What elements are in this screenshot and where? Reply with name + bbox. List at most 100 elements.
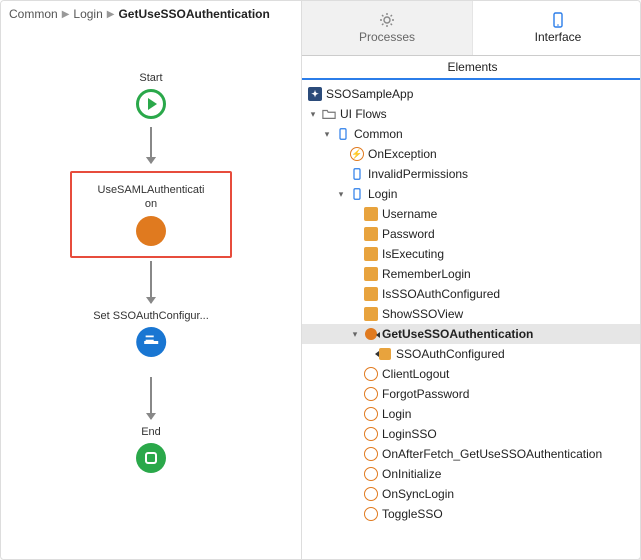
start-node[interactable]: Start: [136, 71, 166, 119]
action-icon: [364, 427, 378, 441]
action-icon: [364, 447, 378, 461]
tree-label: UI Flows: [340, 107, 387, 121]
tree-label: Login: [382, 407, 411, 421]
action-icon: [364, 327, 378, 341]
tree-label: SSOAuthConfigured: [396, 347, 505, 361]
action-node-selected[interactable]: UseSAMLAuthentication: [70, 171, 232, 258]
action-icon: [364, 387, 378, 401]
subtab-elements[interactable]: Elements: [302, 56, 641, 80]
equals-icon: =: [136, 327, 166, 357]
breadcrumb-item[interactable]: Login: [73, 7, 102, 21]
tree-item[interactable]: ForgotPassword: [302, 384, 641, 404]
tree-item[interactable]: ⚡ OnException: [302, 144, 641, 164]
tree-item[interactable]: OnSyncLogin: [302, 484, 641, 504]
tree-label: OnException: [368, 147, 437, 161]
action-icon: [364, 367, 378, 381]
mobile-icon: [336, 127, 350, 141]
gear-icon: [379, 12, 395, 28]
flow-arrow: [150, 261, 152, 303]
flow-arrow: [150, 127, 152, 163]
chevron-down-icon: ▾: [308, 109, 318, 119]
variable-icon: [364, 207, 378, 221]
stop-icon: [136, 443, 166, 473]
tree-item[interactable]: Username: [302, 204, 641, 224]
variable-icon: [364, 247, 378, 261]
tree-item[interactable]: ▾ Common: [302, 124, 641, 144]
tree-app[interactable]: ✦ SSOSampleApp: [302, 84, 641, 104]
tree-item[interactable]: LoginSSO: [302, 424, 641, 444]
chevron-down-icon: ▾: [350, 329, 360, 339]
action-icon: [364, 507, 378, 521]
tree-label: GetUseSSOAuthentication: [382, 327, 533, 341]
flow-arrow: [150, 377, 152, 419]
variable-icon: [364, 267, 378, 281]
end-node[interactable]: End: [136, 425, 166, 473]
node-label: End: [141, 425, 161, 439]
variable-icon: [364, 307, 378, 321]
flow-canvas[interactable]: Common ▶ Login ▶ GetUseSSOAuthentication…: [1, 1, 301, 560]
breadcrumb-current: GetUseSSOAuthentication: [118, 7, 269, 21]
tab-interface[interactable]: Interface: [473, 1, 641, 55]
tree-item[interactable]: RememberLogin: [302, 264, 641, 284]
tree-item[interactable]: InvalidPermissions: [302, 164, 641, 184]
tree-label: ClientLogout: [382, 367, 449, 381]
tree-label: LoginSSO: [382, 427, 437, 441]
tree-label: ToggleSSO: [382, 507, 443, 521]
right-panel: Processes Interface Elements ✦ SSOSample…: [301, 1, 641, 560]
app-icon: ✦: [308, 87, 322, 101]
breadcrumb: Common ▶ Login ▶ GetUseSSOAuthentication: [1, 1, 301, 27]
tree-item[interactable]: ToggleSSO: [302, 504, 641, 524]
node-label: Start: [139, 71, 162, 85]
tree-label: Username: [382, 207, 437, 221]
assign-node[interactable]: Set SSOAuthConfigur... =: [93, 309, 209, 357]
node-label: UseSAMLAuthentication: [96, 183, 206, 212]
action-icon: [364, 487, 378, 501]
tree-label: IsExecuting: [382, 247, 444, 261]
tree-item[interactable]: ▾ UI Flows: [302, 104, 641, 124]
tree-label: RememberLogin: [382, 267, 471, 281]
tree-item[interactable]: ShowSSOView: [302, 304, 641, 324]
mobile-icon: [550, 12, 566, 28]
tree-item[interactable]: OnInitialize: [302, 464, 641, 484]
chevron-down-icon: ▾: [336, 189, 346, 199]
tree-label: Password: [382, 227, 435, 241]
tree-item[interactable]: OnAfterFetch_GetUseSSOAuthentication: [302, 444, 641, 464]
tree-label: OnSyncLogin: [382, 487, 454, 501]
tree-item[interactable]: Password: [302, 224, 641, 244]
node-label: Set SSOAuthConfigur...: [93, 309, 209, 323]
mobile-icon: [350, 187, 364, 201]
tree-label: ForgotPassword: [382, 387, 469, 401]
tree-item-selected[interactable]: ▾ GetUseSSOAuthentication: [302, 324, 641, 344]
variable-icon: [364, 287, 378, 301]
tab-label: Processes: [359, 30, 415, 44]
tree-label: Login: [368, 187, 397, 201]
chevron-right-icon: ▶: [107, 9, 115, 20]
tree-label: SSOSampleApp: [326, 87, 413, 101]
tree-item[interactable]: ▾ Login: [302, 184, 641, 204]
breadcrumb-item[interactable]: Common: [9, 7, 58, 21]
tree-item[interactable]: IsSSOAuthConfigured: [302, 284, 641, 304]
action-icon: [364, 467, 378, 481]
tree-label: IsSSOAuthConfigured: [382, 287, 500, 301]
tree-item[interactable]: SSOAuthConfigured: [302, 344, 641, 364]
elements-tree[interactable]: ✦ SSOSampleApp ▾ UI Flows ▾ Common ⚡ OnE…: [302, 80, 641, 560]
mobile-icon: [350, 167, 364, 181]
variable-icon: [364, 227, 378, 241]
action-icon: [136, 216, 166, 246]
tree-label: OnAfterFetch_GetUseSSOAuthentication: [382, 447, 602, 461]
output-icon: [378, 347, 392, 361]
tree-label: ShowSSOView: [382, 307, 463, 321]
chevron-right-icon: ▶: [62, 9, 70, 20]
exception-icon: ⚡: [350, 147, 364, 161]
tree-item[interactable]: ClientLogout: [302, 364, 641, 384]
tab-label: Interface: [535, 30, 582, 44]
tree-item[interactable]: Login: [302, 404, 641, 424]
tab-processes[interactable]: Processes: [302, 1, 473, 55]
tree-label: Common: [354, 127, 403, 141]
tree-label: OnInitialize: [382, 467, 441, 481]
action-icon: [364, 407, 378, 421]
play-icon: [136, 89, 166, 119]
tree-label: InvalidPermissions: [368, 167, 468, 181]
tree-item[interactable]: IsExecuting: [302, 244, 641, 264]
chevron-down-icon: ▾: [322, 129, 332, 139]
